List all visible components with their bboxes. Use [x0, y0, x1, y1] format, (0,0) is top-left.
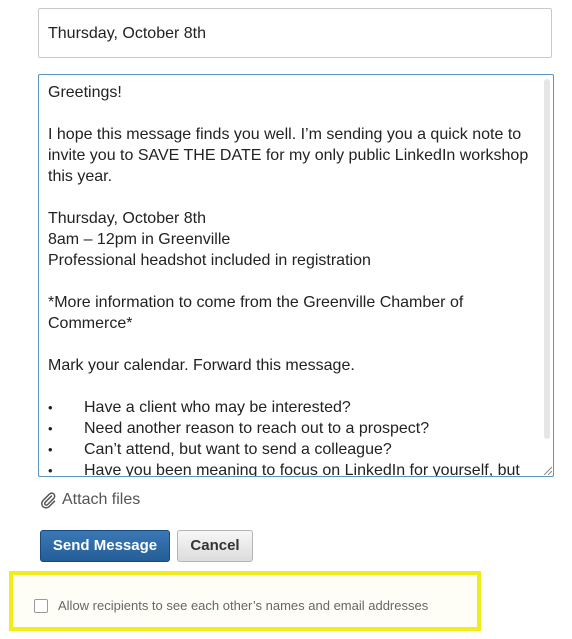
bullet-icon: •	[48, 463, 53, 477]
send-message-button[interactable]: Send Message	[40, 530, 170, 562]
message-greeting: Greetings!	[48, 84, 122, 101]
bullet-icon: •	[48, 421, 53, 436]
resize-grip-icon[interactable]	[542, 465, 552, 475]
list-item: • Have a client who may be interested?	[48, 399, 351, 416]
message-call-to-action: Mark your calendar. Forward this message…	[48, 357, 355, 374]
cancel-button[interactable]: Cancel	[177, 530, 253, 562]
list-item: • Need another reason to reach out to a p…	[48, 420, 430, 437]
message-intro: I hope this message finds you well. I’m …	[48, 126, 529, 185]
message-more-info: *More information to come from the Green…	[48, 294, 464, 332]
allow-recipients-label: Allow recipients to see each other’s nam…	[58, 598, 429, 613]
list-item: • Can’t attend, but want to send a collea…	[48, 441, 392, 458]
message-body-textarea[interactable]: Greetings! I hope this message finds you…	[38, 74, 554, 477]
paperclip-icon	[41, 492, 56, 509]
textarea-scrollbar[interactable]	[544, 79, 550, 439]
attach-files-label: Attach files	[62, 491, 141, 508]
allow-recipients-option[interactable]: Allow recipients to see each other’s nam…	[34, 598, 428, 613]
message-bullet-list: • Have a client who may be interested? • N…	[48, 397, 533, 477]
bullet-icon: •	[48, 442, 53, 457]
message-event-time: 8am – 12pm in Greenville	[48, 231, 231, 248]
bullet-icon: •	[48, 400, 53, 415]
list-item: • Have you been meaning to focus on Linke…	[48, 460, 533, 477]
message-event-date: Thursday, October 8th	[48, 210, 206, 227]
subject-input[interactable]: Thursday, October 8th	[38, 8, 552, 58]
allow-recipients-checkbox[interactable]	[34, 598, 48, 613]
attach-files-link[interactable]: Attach files	[40, 490, 140, 510]
message-event-note: Professional headshot included in regist…	[48, 252, 371, 269]
